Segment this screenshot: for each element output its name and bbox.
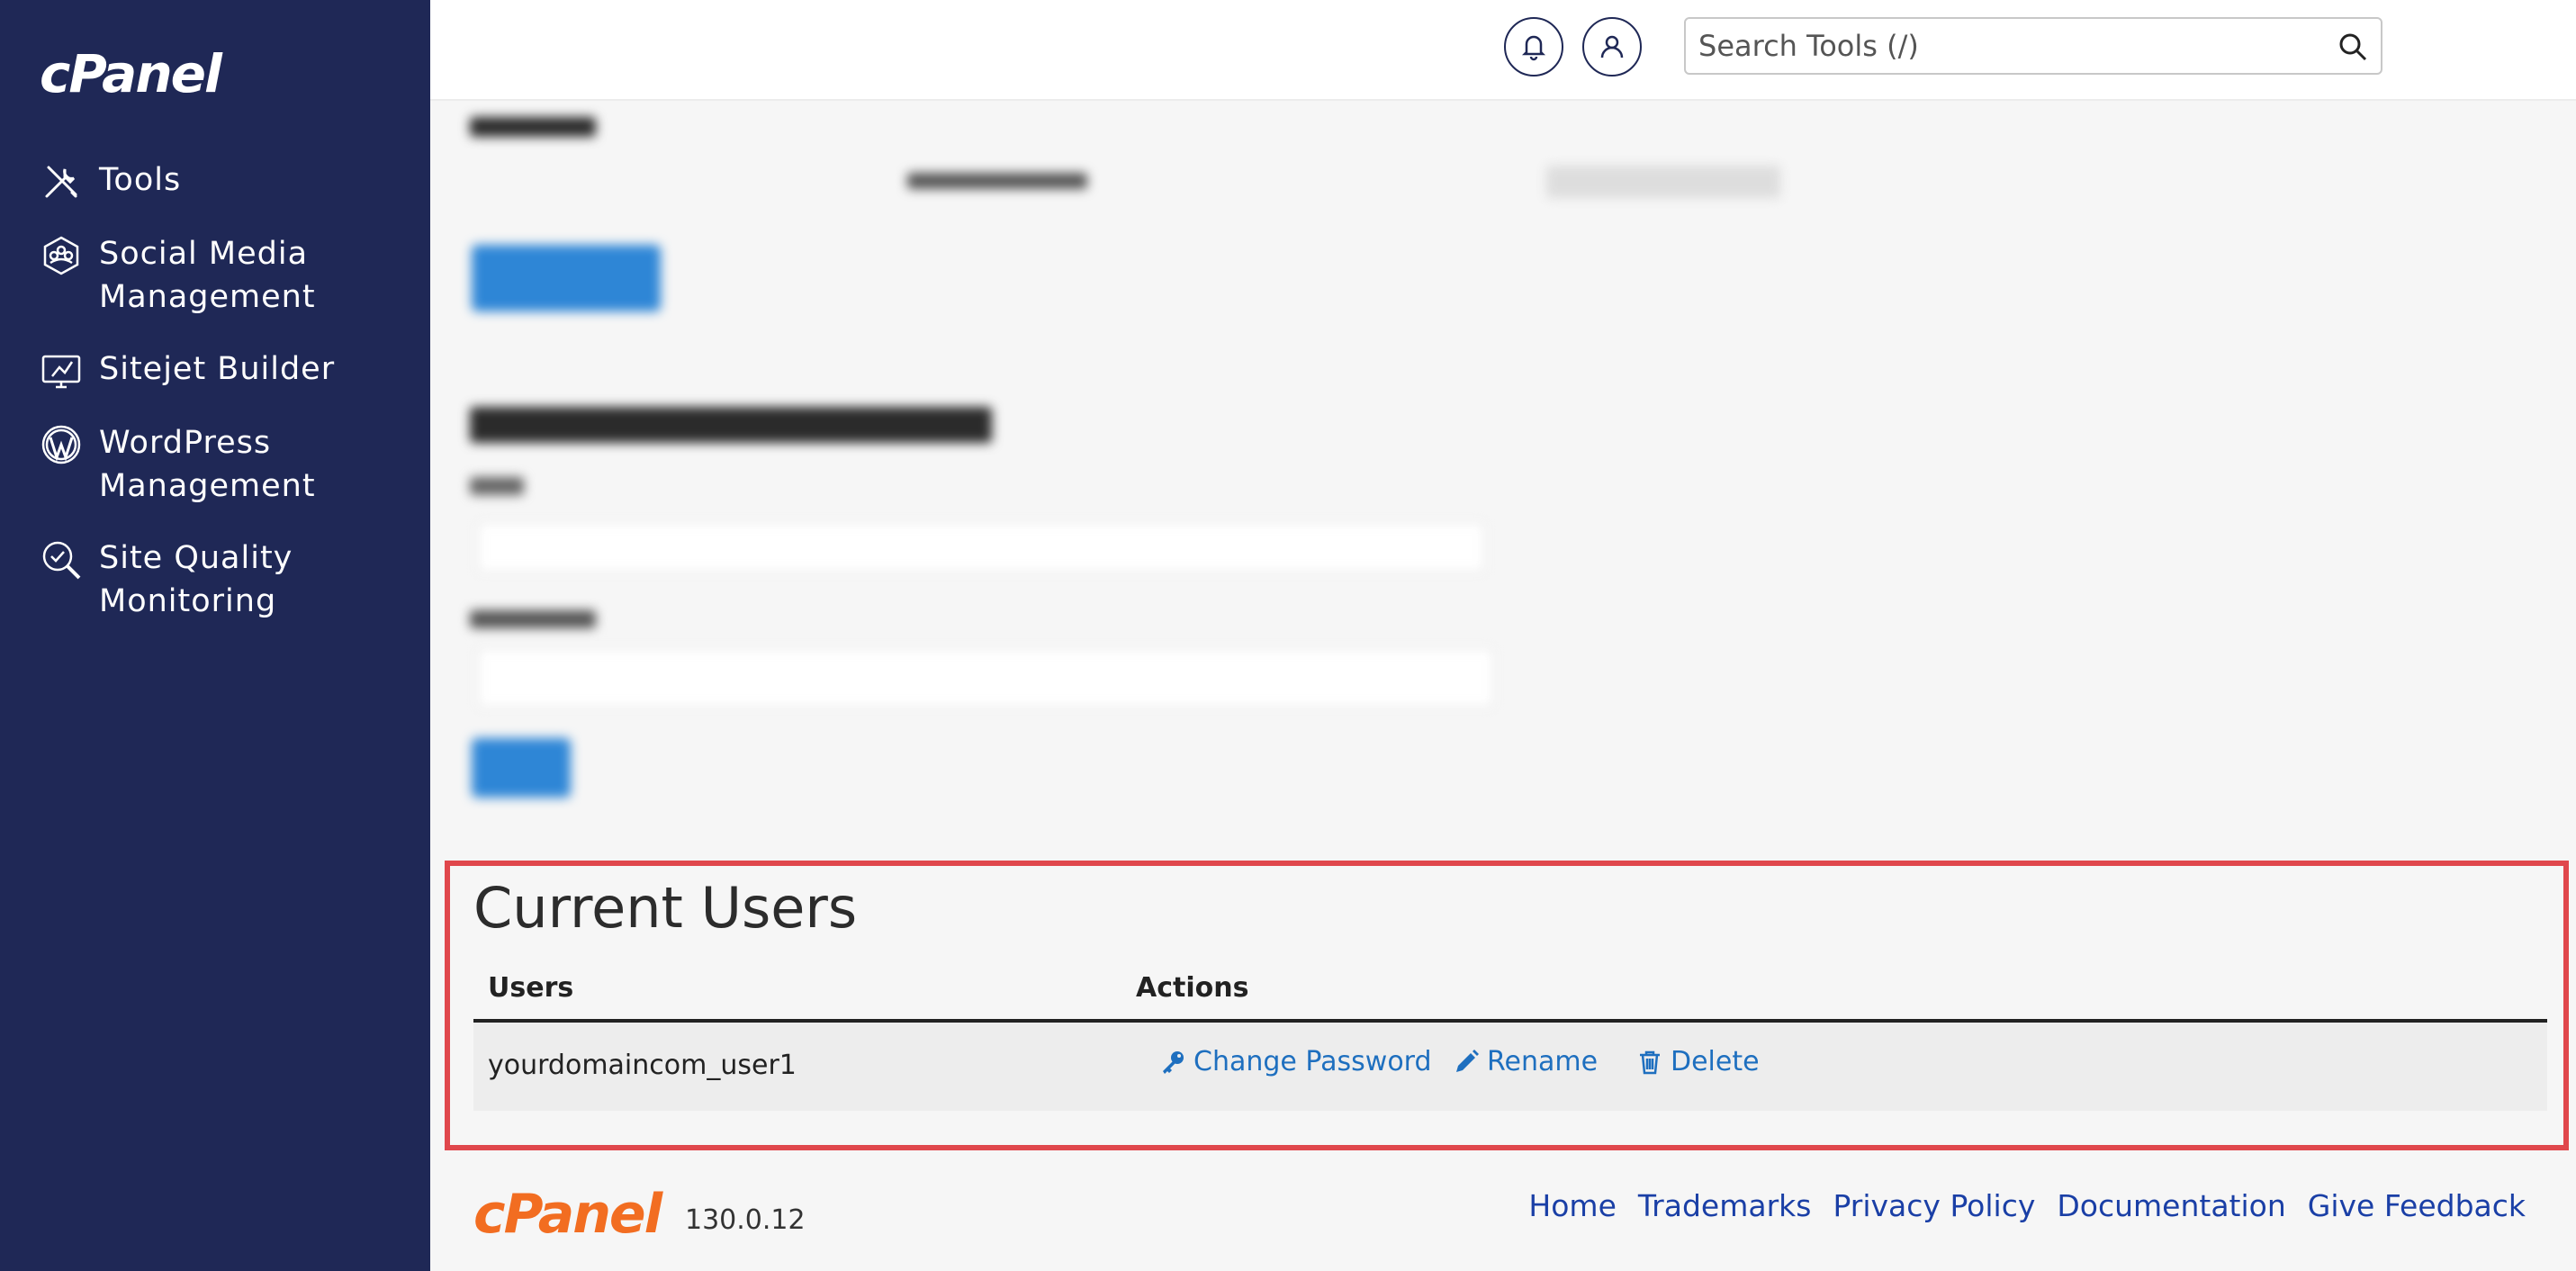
blurred-label (470, 477, 524, 495)
delete-link[interactable]: Delete (1636, 1046, 1760, 1077)
sidebar-item-label: Site Quality Monitoring (99, 540, 293, 619)
table-row: yourdomaincom_user1 Change Password Rena… (473, 1023, 2547, 1111)
column-header-actions: Actions (1136, 972, 1249, 1004)
sidebar-item-sitejet[interactable]: Sitejet Builder (0, 347, 430, 392)
action-label: Change Password (1193, 1046, 1432, 1077)
column-header-users: Users (488, 972, 574, 1004)
sidebar: cPanel Tools Social Media Management Sit… (0, 0, 430, 1271)
pencil-icon (1456, 1049, 1479, 1072)
sidebar-item-label: Social Media Management (99, 236, 316, 315)
version-number: 130.0.12 (685, 1204, 806, 1236)
footer-link-home[interactable]: Home (1528, 1188, 1616, 1223)
user-icon (1600, 35, 1624, 59)
bell-icon (1521, 35, 1546, 61)
sidebar-item-site-quality[interactable]: Site Quality Monitoring (0, 536, 430, 623)
site-quality-icon (40, 538, 83, 581)
sidebar-item-label: Sitejet Builder (99, 351, 336, 387)
footer-link-documentation[interactable]: Documentation (2057, 1188, 2285, 1223)
sidebar-item-label: WordPress Management (99, 425, 316, 504)
blurred-button (472, 738, 571, 798)
blurred-text (470, 117, 596, 137)
blurred-content (430, 103, 2576, 850)
footer-link-trademarks[interactable]: Trademarks (1638, 1188, 1812, 1223)
blurred-field (477, 648, 1494, 708)
footer-link-privacy-policy[interactable]: Privacy Policy (1833, 1188, 2035, 1223)
sitejet-icon (40, 349, 83, 392)
sidebar-item-label: Tools (99, 162, 182, 198)
users-table: Users Actions yourdomaincom_user1 Change… (473, 960, 2547, 1111)
cpanel-logo[interactable]: cPanel (40, 43, 222, 104)
blurred-heading (470, 407, 992, 443)
action-label: Delete (1671, 1046, 1760, 1077)
user-menu-button[interactable] (1582, 17, 1642, 77)
footer-links: Home Trademarks Privacy Policy Documenta… (1507, 1188, 2526, 1223)
blurred-text (907, 173, 1087, 189)
action-label: Rename (1487, 1046, 1599, 1077)
table-header: Users Actions (473, 960, 2547, 1023)
sidebar-nav: Tools Social Media Management Sitejet Bu… (0, 158, 430, 652)
blurred-badge (1546, 166, 1780, 198)
sidebar-item-social-media[interactable]: Social Media Management (0, 232, 430, 319)
blurred-label (470, 610, 596, 628)
key-icon (1163, 1050, 1184, 1074)
wordpress-icon (40, 423, 83, 466)
footer-cpanel-logo[interactable]: cPanel (473, 1183, 662, 1246)
change-password-link[interactable]: Change Password (1159, 1046, 1432, 1077)
section-title: Current Users (473, 875, 858, 941)
sidebar-item-tools[interactable]: Tools (0, 158, 430, 203)
blurred-field (477, 522, 1485, 572)
top-header (430, 0, 2576, 101)
notifications-button[interactable] (1504, 17, 1563, 77)
footer-link-give-feedback[interactable]: Give Feedback (2308, 1188, 2526, 1223)
search-box (1684, 17, 2382, 75)
rename-link[interactable]: Rename (1453, 1046, 1598, 1077)
search-icon[interactable] (2337, 32, 2368, 62)
tools-icon (40, 160, 83, 203)
social-media-icon (40, 234, 83, 277)
blurred-button (472, 245, 661, 311)
sidebar-item-wordpress[interactable]: WordPress Management (0, 421, 430, 508)
user-cell: yourdomaincom_user1 (488, 1050, 797, 1081)
trash-icon (1640, 1050, 1660, 1074)
search-input[interactable] (1698, 26, 2328, 66)
